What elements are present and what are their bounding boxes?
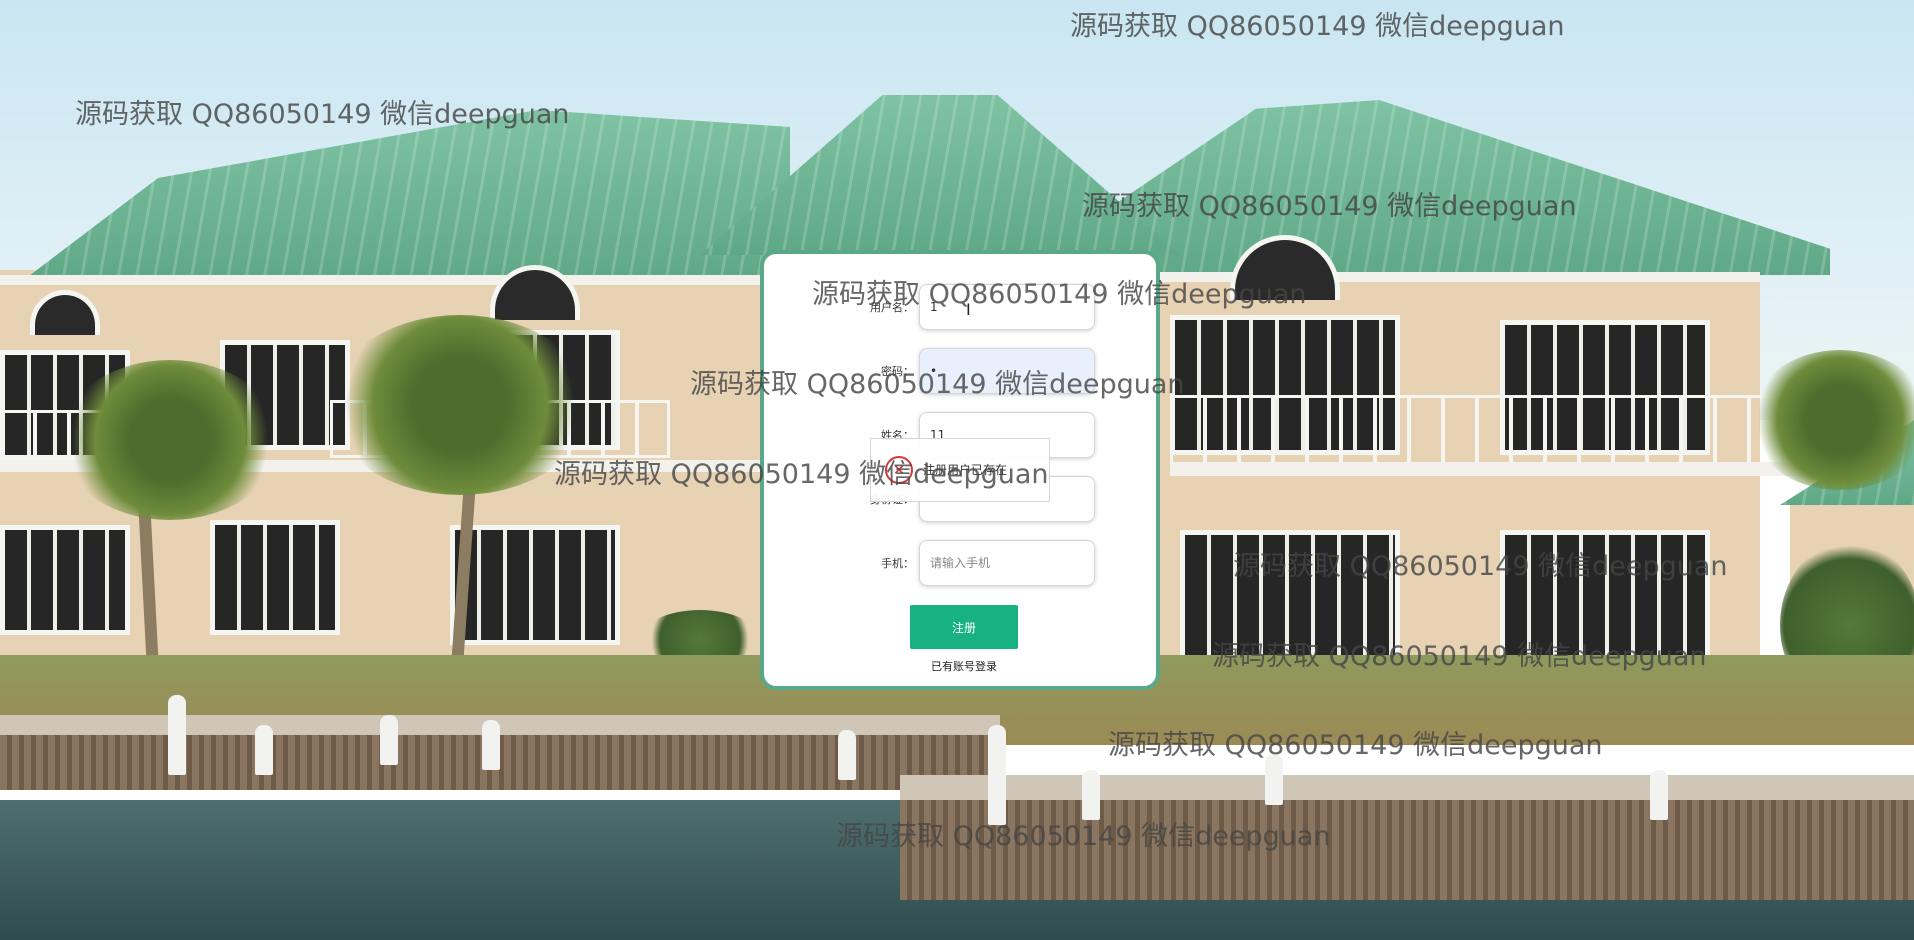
dock-post (255, 725, 273, 775)
password-row: 密码： (764, 348, 1164, 396)
balcony-rail (1170, 395, 1795, 465)
palm-crown (330, 315, 590, 495)
register-button[interactable]: 注册 (910, 605, 1018, 649)
password-input[interactable] (919, 348, 1095, 394)
window (210, 520, 340, 635)
toast-message: 注册用户已存在 (923, 463, 1008, 477)
error-toast: × 注册用户已存在 (870, 438, 1050, 502)
palm-crown (60, 360, 280, 520)
door (1180, 530, 1400, 660)
phone-row: 手机： (764, 540, 1164, 588)
error-icon: × (885, 456, 913, 484)
phone-label: 手机： (881, 557, 914, 570)
username-label: 用户名： (870, 301, 914, 314)
dock-post (988, 725, 1006, 825)
phone-input[interactable] (919, 540, 1095, 586)
window (0, 525, 130, 635)
balcony-floor (1170, 462, 1810, 476)
username-row: 用户名： (764, 284, 1164, 332)
dock-post (482, 720, 500, 770)
eave (0, 275, 760, 285)
text-cursor-icon: I (966, 300, 971, 319)
login-link[interactable]: 已有账号登录 (764, 658, 1164, 674)
dock-post (1082, 770, 1100, 820)
dock-post (838, 730, 856, 780)
dock-post (1265, 755, 1283, 805)
dock-post (380, 715, 398, 765)
door (1500, 530, 1710, 660)
username-input[interactable] (919, 284, 1095, 330)
dock-side (900, 800, 1914, 900)
dock-post (168, 695, 186, 775)
password-label: 密码： (881, 365, 914, 378)
door (450, 525, 620, 645)
dock-post (1650, 770, 1668, 820)
